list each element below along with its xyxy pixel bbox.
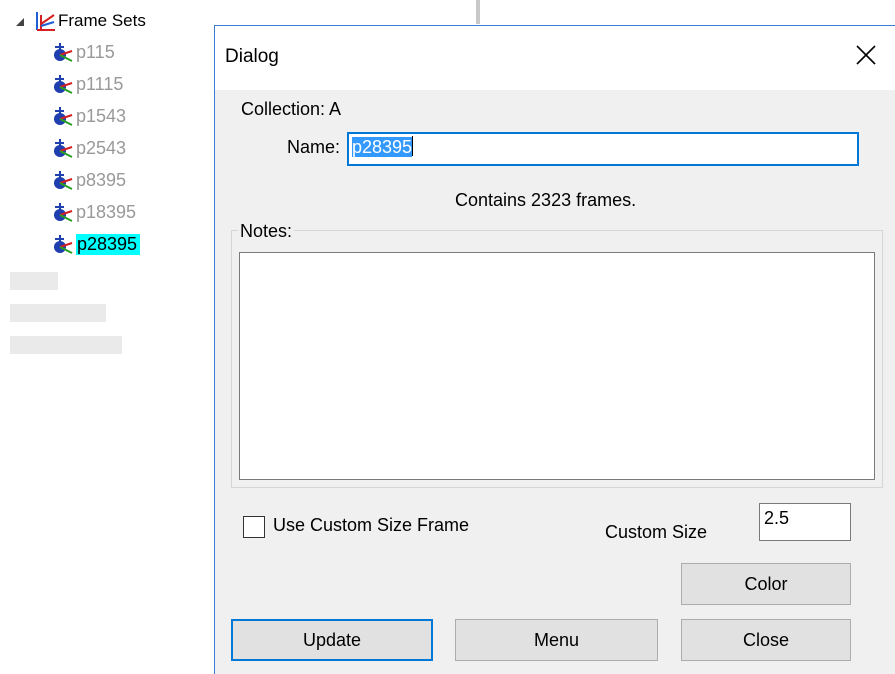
dialog-titlebar[interactable]: Dialog xyxy=(215,26,895,90)
tree-item[interactable]: p1543 xyxy=(52,104,126,128)
tree-item-label: p1115 xyxy=(76,73,124,94)
tree-item[interactable]: p18395 xyxy=(52,200,136,224)
tree-item-label: p8395 xyxy=(76,169,127,190)
notes-label: Notes: xyxy=(238,221,295,242)
frame-set-icon xyxy=(54,107,73,126)
tree-item[interactable]: p8395 xyxy=(52,168,126,192)
custom-size-label: Custom Size xyxy=(605,522,708,542)
tree-root-label: Frame Sets xyxy=(58,11,146,30)
frame-set-icon xyxy=(54,203,73,222)
tree-item[interactable]: p28395 xyxy=(52,232,141,256)
tree-item[interactable]: p1115 xyxy=(52,72,123,96)
tree-item-label: p115 xyxy=(76,41,115,62)
update-button[interactable]: Update xyxy=(231,619,433,661)
collapse-arrow-icon[interactable] xyxy=(16,18,24,26)
notes-textarea[interactable] xyxy=(239,252,875,480)
frame-set-icon xyxy=(54,75,73,94)
frame-set-icon xyxy=(54,235,73,254)
custom-size-frame-checkbox[interactable] xyxy=(243,516,265,538)
text-caret xyxy=(412,136,414,156)
custom-size-input[interactable]: 2.5 xyxy=(759,503,851,541)
frame-sets-tree: Frame Sets p115 p1115 p1543 p2543 p8395 p1839… xyxy=(0,0,215,674)
frame-set-icon xyxy=(54,139,73,158)
faded-tree-row xyxy=(10,304,170,322)
tree-root-frame-sets[interactable]: Frame Sets xyxy=(16,8,146,34)
tree-item[interactable]: p2543 xyxy=(52,136,126,160)
frame-set-icon xyxy=(54,171,73,190)
name-input[interactable]: p28395 xyxy=(347,132,859,166)
name-input-value: p28395 xyxy=(352,137,413,157)
menu-button[interactable]: Menu xyxy=(455,619,658,661)
frames-count-text: Contains 2323 frames. xyxy=(455,190,637,210)
collection-label: Collection: A xyxy=(241,99,342,119)
dialog-title: Dialog xyxy=(225,46,279,67)
custom-size-frame-label[interactable]: Use Custom Size Frame xyxy=(273,515,469,536)
name-label: Name: xyxy=(287,137,341,157)
tree-item-label: p18395 xyxy=(76,201,137,222)
close-icon[interactable] xyxy=(851,40,881,70)
color-button[interactable]: Color xyxy=(681,563,851,605)
panel-splitter[interactable] xyxy=(476,0,480,24)
faded-tree-row xyxy=(10,336,170,354)
tree-item-label: p1543 xyxy=(76,105,127,126)
frame-set-icon xyxy=(54,43,73,62)
faded-tree-row xyxy=(10,272,170,290)
axes-icon xyxy=(36,12,55,31)
tree-item-label: p28395 xyxy=(76,233,141,255)
tree-item[interactable]: p115 xyxy=(52,40,115,64)
dialog-window: Dialog Collection: A Name: p28395 Contai… xyxy=(214,25,895,674)
close-button[interactable]: Close xyxy=(681,619,851,661)
tree-item-label: p2543 xyxy=(76,137,127,158)
